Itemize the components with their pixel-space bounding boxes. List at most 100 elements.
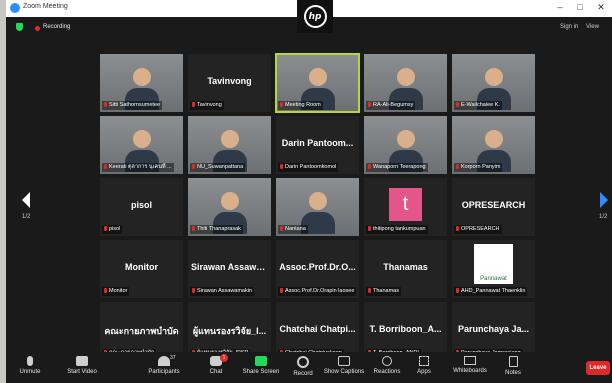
muted-mic-icon: [456, 288, 459, 293]
participant-tile[interactable]: Pannawat AHD_Pannawat Thaenklin: [452, 240, 535, 298]
notes-icon: [508, 356, 518, 367]
hp-logo-text: hp: [303, 5, 327, 28]
notes-label: Notes: [505, 370, 521, 376]
participant-tile[interactable]: t thitipong tankumpuan: [364, 178, 447, 236]
apps-label: Apps: [417, 369, 431, 375]
muted-mic-icon: [368, 164, 371, 169]
participant-video-face: [133, 68, 151, 86]
close-button[interactable]: ✕: [594, 2, 608, 13]
previous-page-arrow-icon[interactable]: [22, 192, 30, 208]
next-page-arrow-icon[interactable]: [600, 192, 608, 208]
participant-avatar: t: [389, 188, 422, 221]
participant-name-text: E-Wailchaiee K.: [461, 102, 500, 108]
leave-button[interactable]: Leave: [586, 361, 610, 375]
participant-tile[interactable]: Thanamas Thanamas: [364, 240, 447, 298]
participant-tile[interactable]: Wanaporn Teerapong: [364, 116, 447, 174]
unmute-button[interactable]: Unmute: [6, 356, 55, 375]
participant-name-text: Sirawan Assawamakin: [197, 288, 253, 294]
participant-tile[interactable]: OPRESEARCH OPRESEARCH: [452, 178, 535, 236]
page-indicator-right: 1/2: [599, 214, 608, 220]
muted-mic-icon: [192, 102, 195, 107]
participant-name-label: Wanaporn Teerapong: [366, 163, 428, 172]
participant-tile[interactable]: Monitor Monitor: [100, 240, 183, 298]
participant-tile[interactable]: NU_Suwanpattana: [188, 116, 271, 174]
zoom-logo-icon: [10, 3, 20, 13]
participants-label: Participants: [148, 369, 180, 375]
view-button[interactable]: View: [586, 24, 599, 30]
minimize-button[interactable]: –: [553, 2, 567, 12]
participant-tile[interactable]: E-Wailchaiee K.: [452, 54, 535, 112]
participant-name-text: RA-Ali-Begumsy: [373, 102, 414, 108]
muted-mic-icon: [280, 164, 283, 169]
participant-name-label: Assoc.Prof.Dr.Orapin laosee: [278, 287, 357, 296]
participant-name-text: Thiti Thanaprasak: [197, 226, 241, 232]
recording-dot-icon: [35, 26, 40, 31]
participants-count: 37: [170, 355, 176, 361]
participant-video-face: [309, 68, 327, 86]
muted-mic-icon: [456, 226, 459, 231]
participant-tile[interactable]: Darin Pantoom... Darin Pantoomkomol: [276, 116, 359, 174]
chat-button[interactable]: 1 Chat: [191, 354, 241, 375]
zoom-window: Zoom Meeting – □ ✕ hp Recording Sign in …: [6, 0, 612, 383]
participant-display-name: Tavinvong: [207, 76, 252, 86]
participant-tile[interactable]: Nantana: [276, 178, 359, 236]
participant-display-name: คณะกายภาพบำบัด: [104, 326, 179, 336]
record-icon: [297, 356, 309, 368]
whiteboard-icon: [464, 356, 476, 365]
maximize-button[interactable]: □: [573, 2, 587, 12]
participant-display-name: Darin Pantoom...: [281, 138, 354, 148]
reactions-smiley-icon: [382, 356, 392, 366]
participant-name-label: thitipong tankumpuan: [366, 225, 428, 234]
participant-tile[interactable]: Tavinvong Tavinvong: [188, 54, 271, 112]
muted-mic-icon: [192, 288, 195, 293]
participant-display-name: Thanamas: [383, 262, 428, 272]
encryption-shield-icon[interactable]: [16, 23, 23, 31]
participant-display-name: Monitor: [125, 262, 158, 272]
muted-mic-icon: [104, 102, 107, 107]
participant-name-label: Korporn Panyim: [454, 163, 503, 172]
sign-in-link[interactable]: Sign in: [560, 24, 578, 30]
muted-mic-icon: [104, 226, 107, 231]
participants-button[interactable]: 37 Participants: [139, 355, 189, 375]
participant-tile[interactable]: Korporn Panyim: [452, 116, 535, 174]
participant-logo: Pannawat: [474, 244, 513, 284]
chat-label: Chat: [209, 369, 223, 375]
muted-mic-icon: [368, 226, 371, 231]
apps-button[interactable]: Apps: [399, 356, 449, 375]
participant-name-label: Tavinvong: [190, 101, 224, 110]
muted-mic-icon: [368, 102, 371, 107]
participant-tile[interactable]: Meeting Room: [275, 53, 360, 113]
participant-name-text: thitipong tankumpuan: [373, 226, 426, 232]
participant-video-face: [485, 130, 503, 148]
participant-name-text: pisol: [109, 226, 121, 232]
recording-label[interactable]: Recording: [43, 24, 70, 30]
participant-tile[interactable]: pisol pisol: [100, 178, 183, 236]
participant-video-face: [397, 130, 415, 148]
participant-video-face: [485, 68, 503, 86]
participant-name-label: Thanamas: [366, 287, 401, 296]
captions-icon: [338, 356, 350, 366]
participant-tile[interactable]: Sirawan Assawa... Sirawan Assawamakin: [188, 240, 271, 298]
muted-mic-icon: [368, 288, 371, 293]
muted-mic-icon: [104, 288, 107, 293]
participant-name-label: Thiti Thanaprasak: [190, 225, 243, 234]
meeting-toolbar: Unmute Start Video 37 Participants 1 Cha…: [6, 352, 612, 383]
participant-tile[interactable]: RA-Ali-Begumsy: [364, 54, 447, 112]
hp-logo: hp: [297, 0, 333, 33]
participant-tile[interactable]: Thiti Thanaprasak: [188, 178, 271, 236]
participant-video-face: [309, 192, 327, 210]
start-video-button[interactable]: Start Video: [57, 356, 107, 375]
participant-name-text: Keerati ตุลาการ นุเคนทิ์ ...: [109, 164, 172, 170]
participant-tile[interactable]: Sitti Sathornsumetee: [100, 54, 183, 112]
participant-name-label: Sirawan Assawamakin: [190, 287, 255, 296]
notes-button[interactable]: Notes: [488, 356, 538, 376]
participant-name-label: OPRESEARCH: [454, 225, 502, 234]
participant-tile[interactable]: Assoc.Prof.Dr.O... Assoc.Prof.Dr.Orapin l…: [276, 240, 359, 298]
participant-display-name: Assoc.Prof.Dr.O...: [279, 262, 356, 272]
participant-name-label: pisol: [102, 225, 123, 234]
apps-icon: [419, 356, 429, 366]
participant-display-name: T. Borriboon_A...: [369, 324, 442, 334]
participant-name-text: Darin Pantoomkomol: [285, 164, 337, 170]
share-screen-icon: [255, 356, 267, 366]
participant-tile[interactable]: Keerati ตุลาการ นุเคนทิ์ ...: [100, 116, 183, 174]
